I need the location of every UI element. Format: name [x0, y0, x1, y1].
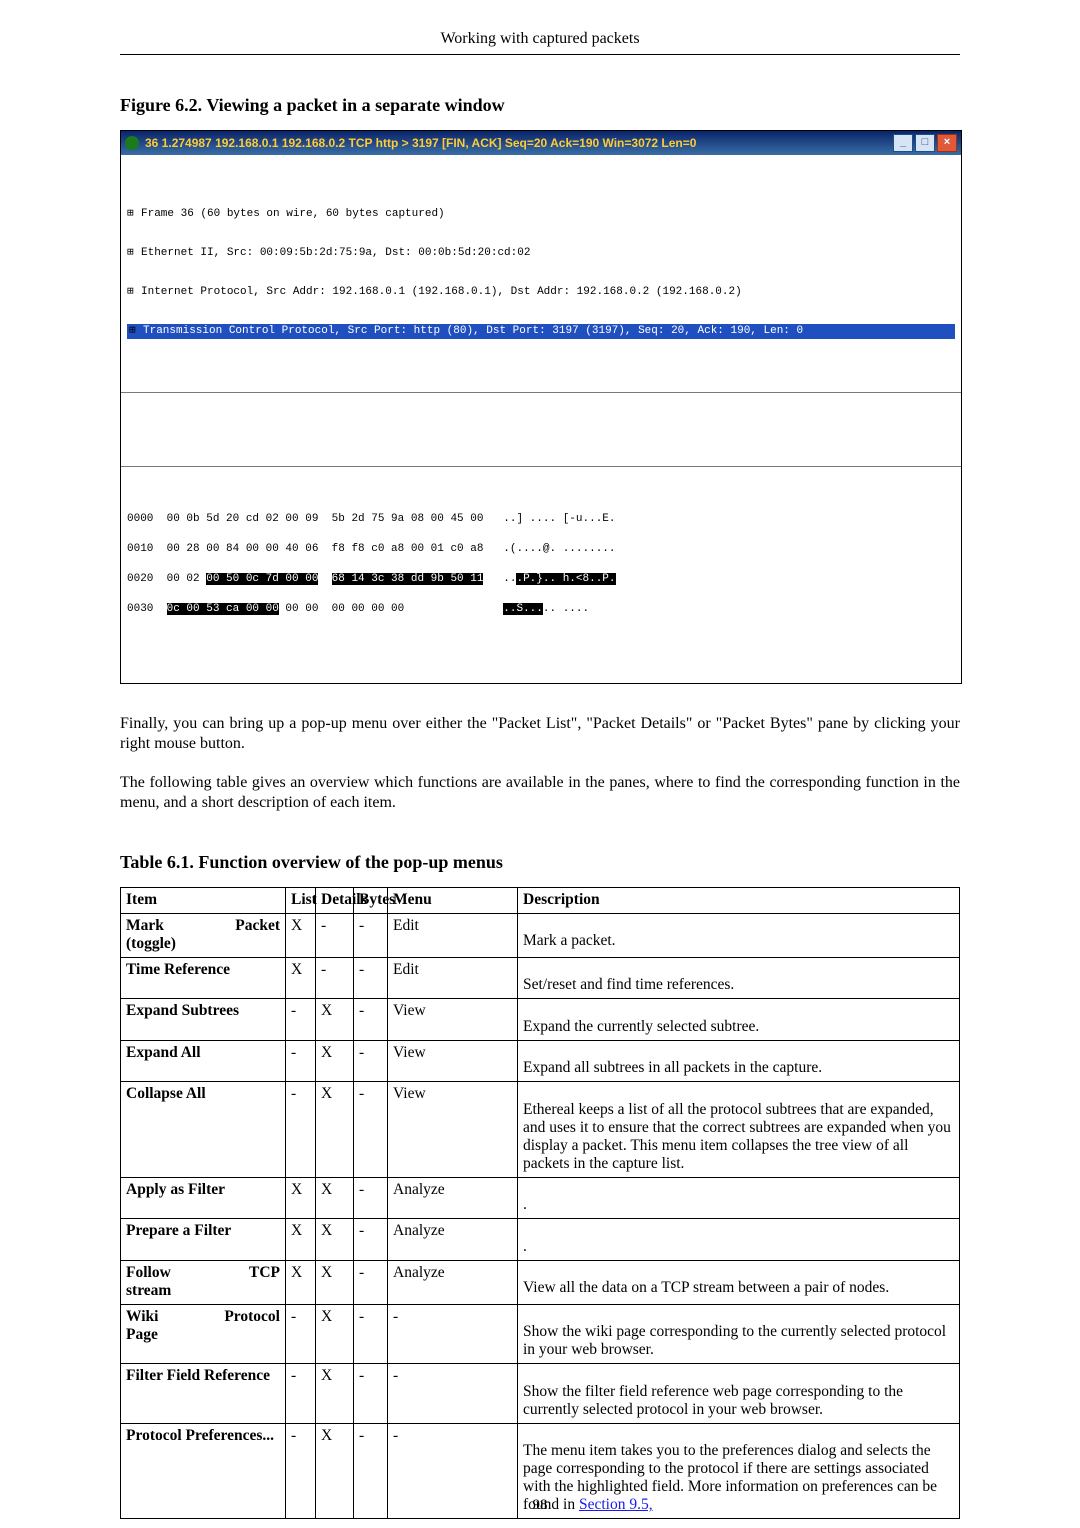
table-row: Expand All - X - View Expand all subtree…	[121, 1040, 960, 1082]
table-row: Prepare a Filter X X - Analyze .	[121, 1219, 960, 1261]
table-row: Collapse All - X - View Ethereal keeps a…	[121, 1082, 960, 1178]
col-bytes: Bytes	[354, 887, 388, 913]
col-details: Details	[316, 887, 354, 913]
table-row: Filter Field Reference - X - - Show the …	[121, 1364, 960, 1424]
table-row: Expand Subtrees - X - View Expand the cu…	[121, 999, 960, 1041]
app-icon	[125, 136, 139, 150]
tree-line: Internet Protocol, Src Addr: 192.168.0.1…	[141, 286, 742, 298]
expand-icon[interactable]: ⊞	[129, 324, 140, 339]
body-paragraph: Finally, you can bring up a pop-up menu …	[120, 714, 960, 755]
table-row: MarkPacket(toggle) X - - Edit Mark a pac…	[121, 913, 960, 957]
expand-icon[interactable]: ⊞	[127, 207, 138, 222]
table-caption: Table 6.1. Function overview of the pop-…	[120, 852, 960, 873]
pane-divider	[121, 466, 961, 467]
maximize-icon[interactable]: □	[915, 134, 935, 152]
figure-caption: Figure 6.2. Viewing a packet in a separa…	[120, 95, 960, 116]
packet-bytes-pane: 0000 00 0b 5d 20 cd 02 00 09 5b 2d 75 9a…	[121, 491, 961, 659]
expand-icon[interactable]: ⊞	[127, 285, 138, 300]
table-row: Time Reference X - - Edit Set/reset and …	[121, 957, 960, 999]
body-paragraph: The following table gives an overview wh…	[120, 773, 960, 814]
table-row: FollowTCPstream X X - Analyze View all t…	[121, 1260, 960, 1304]
pane-divider	[121, 392, 961, 393]
window-titlebar: 36 1.274987 192.168.0.1 192.168.0.2 TCP …	[121, 131, 961, 155]
minimize-icon[interactable]: _	[893, 134, 913, 152]
tree-line: Frame 36 (60 bytes on wire, 60 bytes cap…	[141, 208, 445, 220]
page-number: 98	[0, 1497, 1080, 1514]
table-header-row: Item List Details Bytes Menu Description	[121, 887, 960, 913]
expand-icon[interactable]: ⊞	[127, 246, 138, 261]
packet-window-screenshot: 36 1.274987 192.168.0.1 192.168.0.2 TCP …	[120, 130, 962, 684]
tree-line: Ethernet II, Src: 00:09:5b:2d:75:9a, Dst…	[141, 247, 530, 259]
running-header: Working with captured packets	[120, 30, 960, 54]
table-row: Apply as Filter X X - Analyze .	[121, 1177, 960, 1219]
col-item: Item	[121, 887, 286, 913]
col-description: Description	[518, 887, 960, 913]
popup-menu-function-table: Item List Details Bytes Menu Description…	[120, 887, 960, 1520]
header-rule	[120, 54, 960, 55]
table-row: WikiProtocolPage - X - - Show the wiki p…	[121, 1304, 960, 1364]
close-icon[interactable]: ×	[937, 134, 957, 152]
col-menu: Menu	[388, 887, 518, 913]
window-title: 36 1.274987 192.168.0.1 192.168.0.2 TCP …	[145, 136, 893, 150]
col-list: List	[286, 887, 316, 913]
tree-line-selected: Transmission Control Protocol, Src Port:…	[143, 325, 803, 337]
packet-details-tree: ⊞Frame 36 (60 bytes on wire, 60 bytes ca…	[121, 179, 961, 365]
